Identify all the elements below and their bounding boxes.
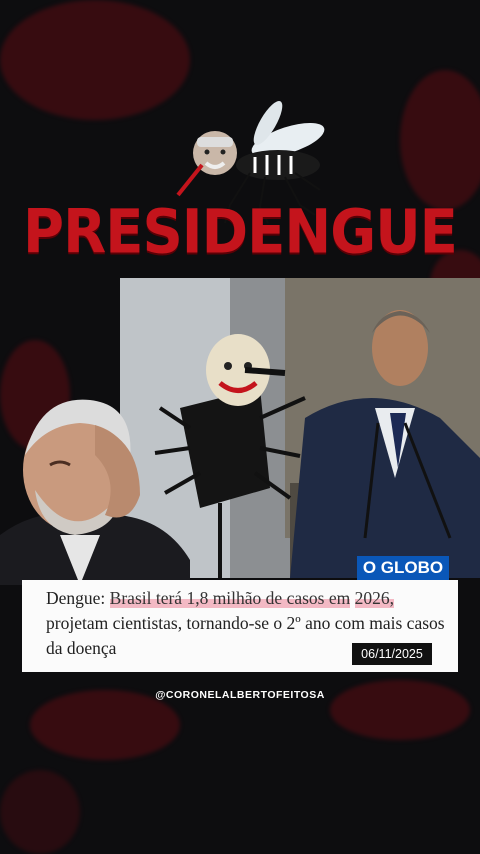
news-source-badge: O GLOBO: [357, 556, 449, 580]
date-badge: 06/11/2025: [352, 643, 432, 665]
headline-highlight-1: Brasil terá 1,8 milhão de casos em: [109, 588, 351, 608]
page-title: PRESIDENGUE: [23, 197, 458, 268]
worried-man-photo: [0, 399, 190, 585]
author-handle: @CORONELALBERTOFEITOSA: [155, 689, 325, 701]
headline-highlight-2: 2026,: [354, 588, 394, 608]
headline-prefix: Dengue:: [46, 588, 110, 608]
